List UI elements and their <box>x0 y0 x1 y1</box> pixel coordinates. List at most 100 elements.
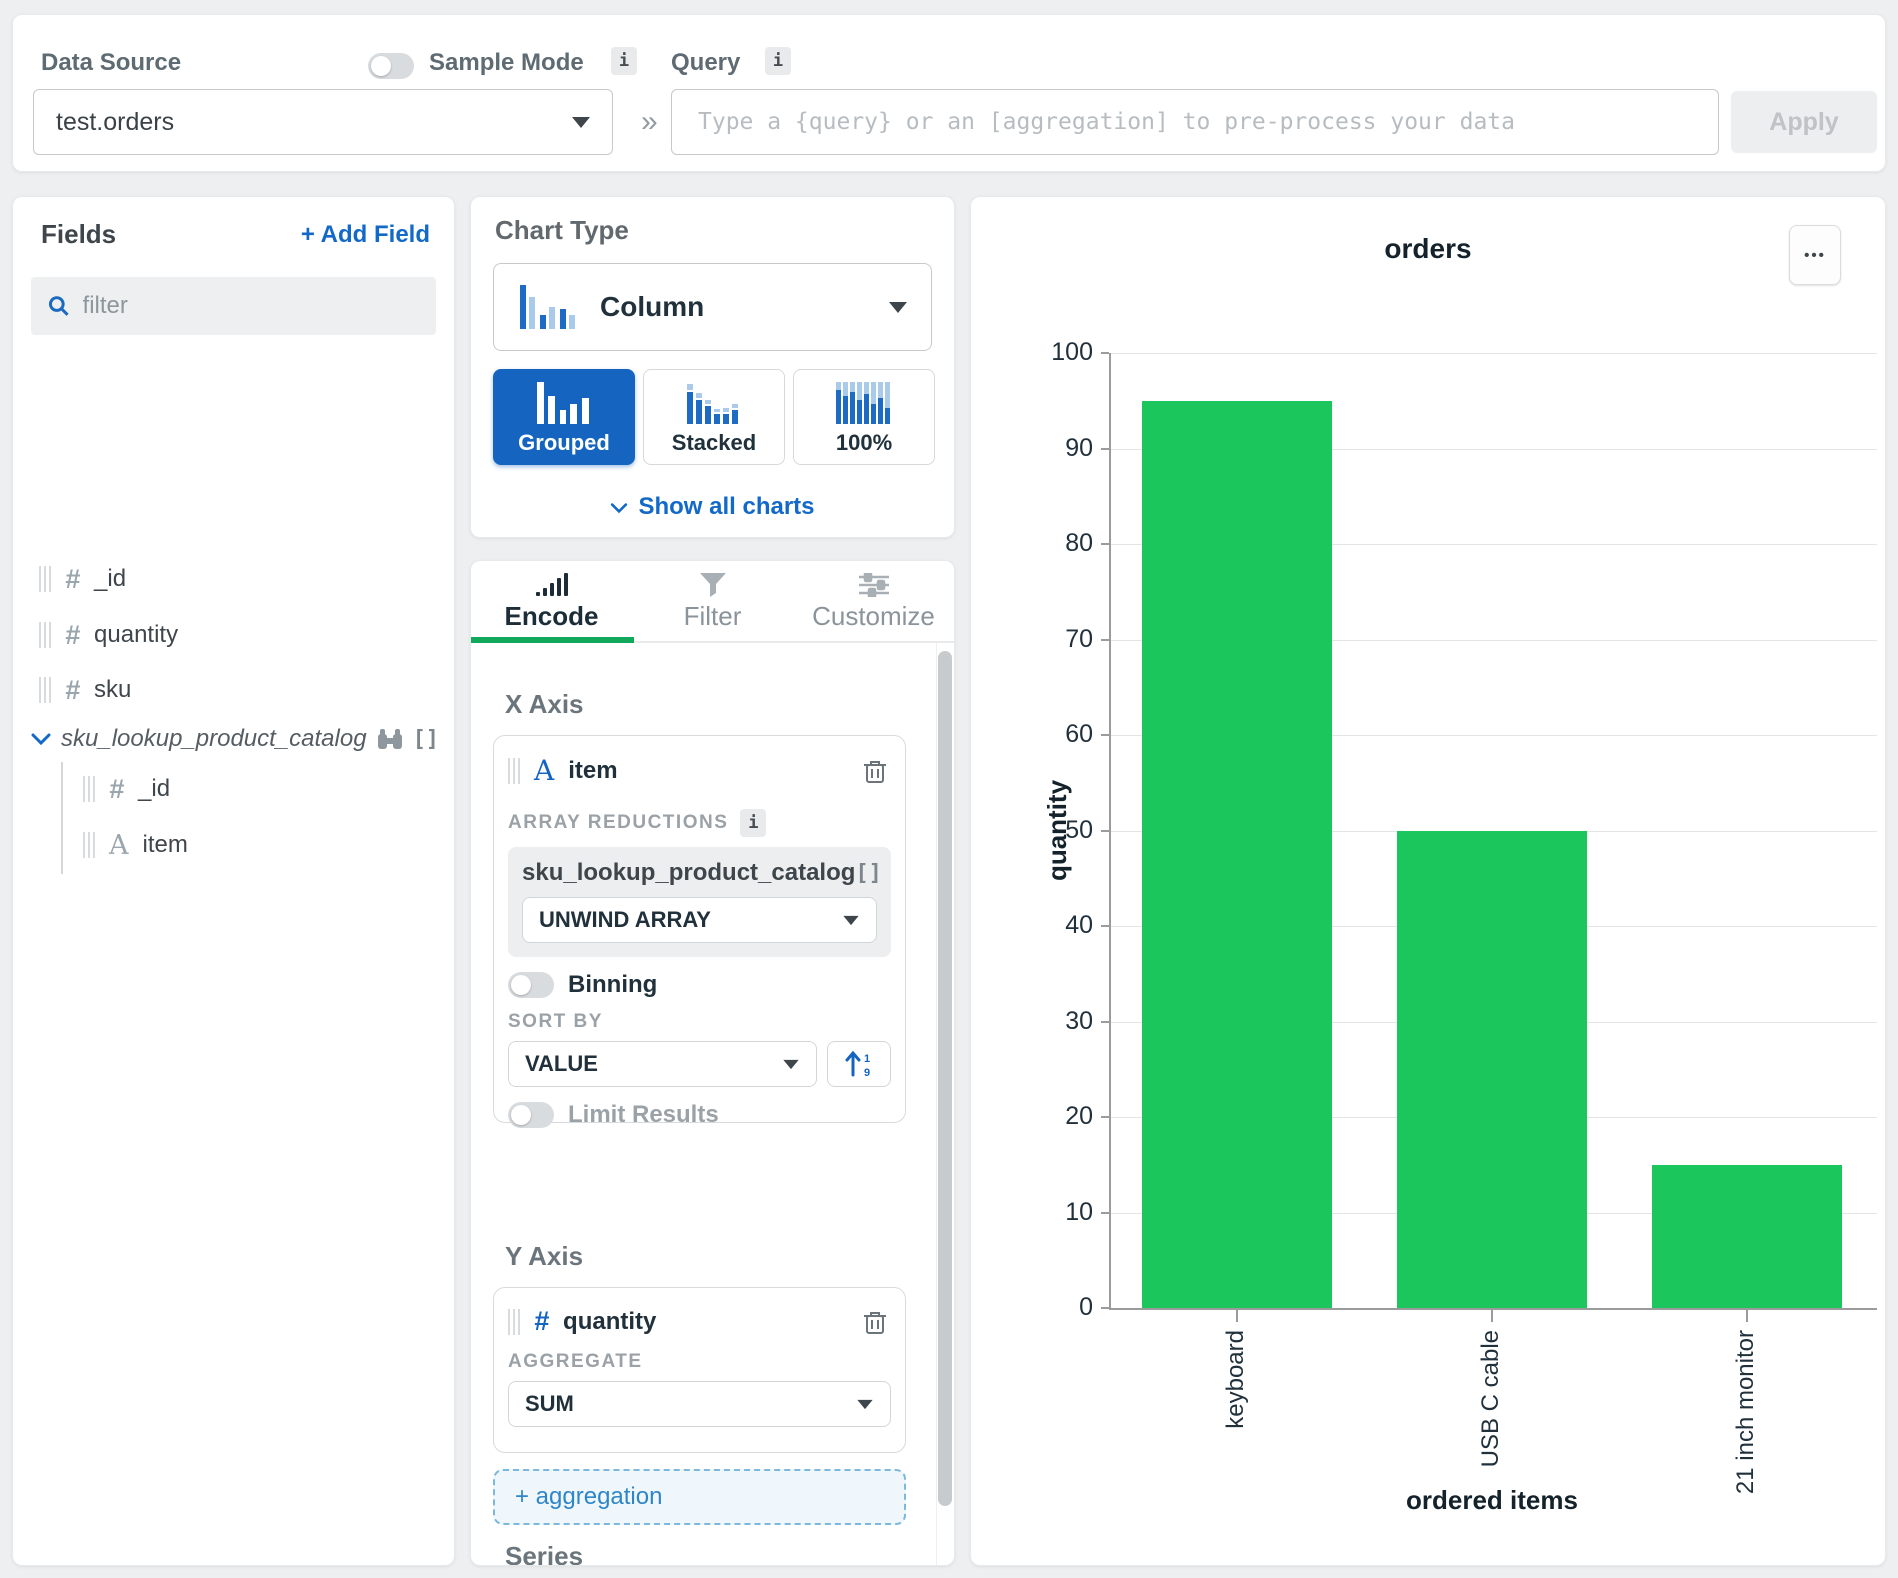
sample-mode-toggle[interactable] <box>368 53 414 79</box>
encode-scroll-area: X Axis A item ARRAY REDUCTIONS i sku_loo… <box>471 643 937 1565</box>
chart-panel: orders ••• 0102030405060708090100keyboar… <box>970 196 1886 1566</box>
field-row-nested-item[interactable]: A item <box>83 825 188 865</box>
y-gridline <box>1109 353 1877 354</box>
aggregate-select[interactable]: SUM <box>508 1381 891 1427</box>
show-all-charts-label: Show all charts <box>638 493 814 520</box>
y-tick-mark <box>1101 1307 1109 1309</box>
variant-stacked-button[interactable]: Stacked <box>643 369 785 465</box>
stacked-column-icon <box>683 380 745 426</box>
encode-panel: Encode Filter Customize X Axis <box>470 560 955 1566</box>
sample-mode-label: Sample Mode <box>429 49 584 77</box>
y-tick-mark <box>1101 352 1109 354</box>
drag-handle-icon[interactable] <box>39 566 51 592</box>
add-aggregation-label: + aggregation <box>515 1483 662 1511</box>
query-bar: Data Source Sample Mode i Query i test.o… <box>12 14 1886 172</box>
number-field-icon: # <box>109 774 124 805</box>
drag-handle-icon[interactable] <box>83 776 95 802</box>
field-row-sku-lookup[interactable]: sku_lookup_product_catalog [] <box>31 719 439 759</box>
tab-filter[interactable]: Filter <box>632 561 793 643</box>
scrollbar[interactable] <box>938 649 952 1557</box>
data-source-value: test.orders <box>56 108 572 137</box>
grouped-column-icon <box>533 380 595 426</box>
tab-label: Encode <box>505 601 599 632</box>
number-field-icon: # <box>534 1306 549 1337</box>
y-tick-mark <box>1101 925 1109 927</box>
y-tick-mark <box>1101 1212 1109 1214</box>
bar-USB-C-cable[interactable] <box>1397 831 1587 1309</box>
bar-keyboard[interactable] <box>1142 401 1332 1308</box>
y-tick-label: 0 <box>1023 1293 1093 1322</box>
y-tick-label: 70 <box>1023 625 1093 654</box>
field-row-id[interactable]: # _id <box>39 559 126 599</box>
query-input[interactable] <box>671 89 1719 155</box>
sliders-icon <box>859 573 889 597</box>
drag-handle-icon[interactable] <box>508 1309 520 1335</box>
variant-100-button[interactable]: 100% <box>793 369 935 465</box>
tab-encode[interactable]: Encode <box>471 561 632 643</box>
add-field-button[interactable]: + Add Field <box>301 221 430 249</box>
y-tick-mark <box>1101 734 1109 736</box>
chevron-down-icon <box>857 1399 872 1408</box>
reduction-field-label: sku_lookup_product_catalog <box>522 859 855 887</box>
apply-button[interactable]: Apply <box>1731 91 1877 153</box>
x-axis-title: ordered items <box>1109 1485 1875 1516</box>
tab-customize[interactable]: Customize <box>793 561 954 643</box>
scrollbar-thumb[interactable] <box>938 651 952 1506</box>
field-row-sku[interactable]: # sku <box>39 670 131 710</box>
trash-icon[interactable] <box>863 1309 887 1335</box>
x-axis-heading: X Axis <box>505 689 584 720</box>
sort-by-label: SORT BY <box>508 1011 603 1032</box>
sort-ascending-icon: 1 9 <box>844 1049 874 1079</box>
add-aggregation-button[interactable]: + aggregation <box>493 1469 906 1525</box>
lookup-binoculars-icon <box>377 728 403 750</box>
field-row-quantity[interactable]: # quantity <box>39 615 178 655</box>
y-axis-line <box>1109 353 1111 1308</box>
field-label: _id <box>138 775 170 803</box>
y-tick-mark <box>1101 1116 1109 1118</box>
nesting-guide-line <box>61 762 63 874</box>
trash-icon[interactable] <box>863 758 887 784</box>
show-all-charts-link[interactable]: Show all charts <box>471 493 954 521</box>
drag-handle-icon[interactable] <box>508 758 520 784</box>
drag-handle-icon[interactable] <box>39 677 51 703</box>
drag-handle-icon[interactable] <box>83 832 95 858</box>
chart-type-select[interactable]: Column <box>493 263 932 351</box>
x-axis-field: item <box>568 757 849 785</box>
variant-label: 100% <box>836 430 892 456</box>
number-field-icon: # <box>65 620 80 651</box>
field-label: _id <box>94 565 126 593</box>
y-tick-mark <box>1101 830 1109 832</box>
variant-label: Stacked <box>672 430 756 456</box>
data-source-select[interactable]: test.orders <box>33 89 613 155</box>
field-filter-box[interactable] <box>31 277 436 335</box>
sort-by-select[interactable]: VALUE <box>508 1041 817 1087</box>
drag-handle-icon[interactable] <box>39 622 51 648</box>
unwind-array-select[interactable]: UNWIND ARRAY <box>522 897 877 943</box>
funnel-icon <box>699 573 727 597</box>
binning-label: Binning <box>568 971 657 999</box>
field-filter-input[interactable] <box>83 292 420 320</box>
variant-grouped-button[interactable]: Grouped <box>493 369 635 465</box>
query-info-icon[interactable]: i <box>765 47 791 75</box>
query-label: Query <box>671 49 740 77</box>
sample-mode-info-icon[interactable]: i <box>611 47 637 75</box>
chevron-down-icon[interactable] <box>31 732 51 746</box>
sort-direction-button[interactable]: 1 9 <box>827 1041 891 1087</box>
pipe-separator-icon: » <box>641 105 658 139</box>
y-tick-label: 40 <box>1023 911 1093 940</box>
field-label: quantity <box>94 621 178 649</box>
data-source-label: Data Source <box>41 49 181 77</box>
x-tick-label: 21 inch monitor <box>1732 1330 1760 1494</box>
chevron-down-icon <box>783 1059 798 1068</box>
series-heading: Series <box>505 1541 583 1566</box>
limit-results-toggle[interactable] <box>508 1102 554 1128</box>
bar-21-inch-monitor[interactable] <box>1652 1165 1842 1308</box>
field-label: sku <box>94 676 131 704</box>
chevron-down-icon <box>610 502 628 514</box>
array-reductions-info-icon[interactable]: i <box>740 809 766 837</box>
binning-toggle[interactable] <box>508 972 554 998</box>
number-field-icon: # <box>65 564 80 595</box>
tab-label: Customize <box>812 601 935 632</box>
svg-text:9: 9 <box>864 1067 870 1079</box>
field-row-nested-id[interactable]: # _id <box>83 769 170 809</box>
